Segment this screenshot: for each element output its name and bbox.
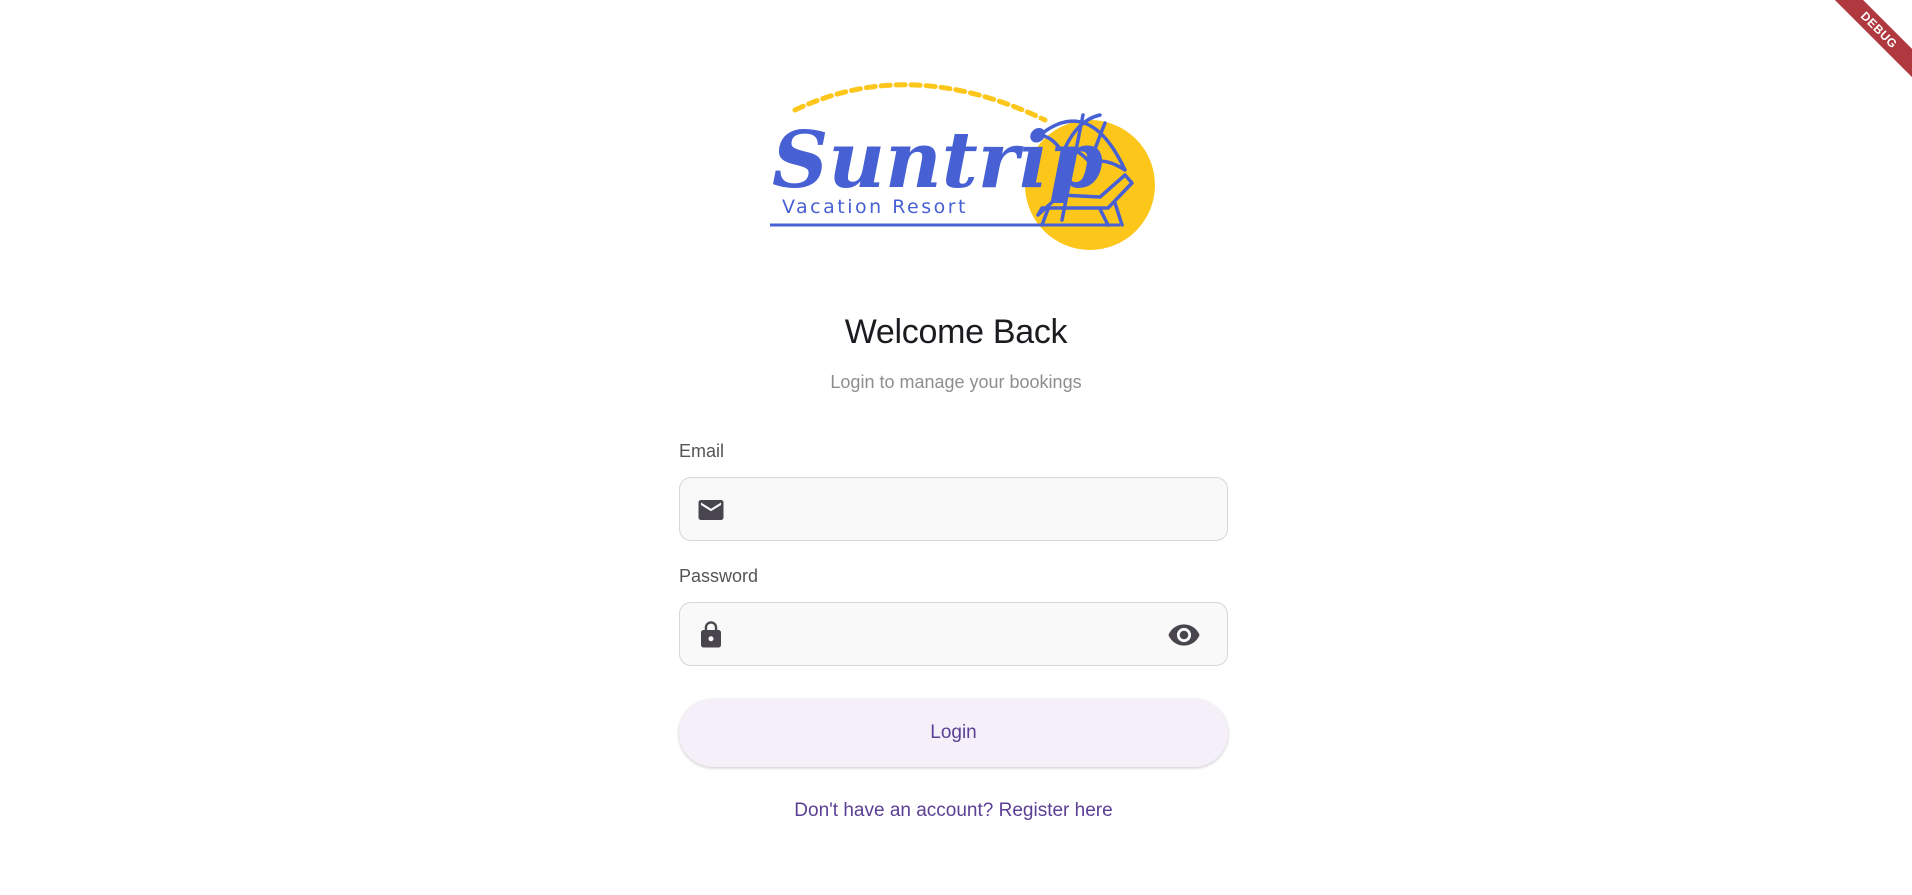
password-field-container[interactable]: [679, 602, 1228, 667]
login-button[interactable]: Login: [679, 699, 1228, 767]
logo-tagline-text: Vacation Resort: [782, 196, 968, 218]
register-link[interactable]: Don't have an account? Register here: [679, 800, 1228, 822]
suntrip-logo: Suntrip Vacation Resort: [770, 82, 1155, 250]
logo-brand-text: Suntrip: [772, 115, 1103, 206]
login-form: Email Password Login Don't have an accou…: [679, 440, 1228, 822]
page-subtitle: Login to manage your bookings: [830, 372, 1082, 392]
email-input[interactable]: [740, 478, 1164, 542]
lock-icon: [701, 621, 721, 648]
login-page: DEBUG Suntrip Vacation Resort Welcome Ba…: [0, 0, 1912, 895]
eye-icon[interactable]: [1167, 622, 1201, 648]
password-label: Password: [679, 566, 759, 586]
debug-banner: DEBUG: [1822, 0, 1912, 90]
password-input[interactable]: [740, 603, 1164, 667]
page-title: Welcome Back: [844, 313, 1068, 351]
email-field-container[interactable]: [679, 477, 1228, 542]
email-label: Email: [679, 441, 725, 461]
debug-banner-label: DEBUG: [1825, 0, 1912, 84]
mail-icon: [698, 500, 724, 520]
